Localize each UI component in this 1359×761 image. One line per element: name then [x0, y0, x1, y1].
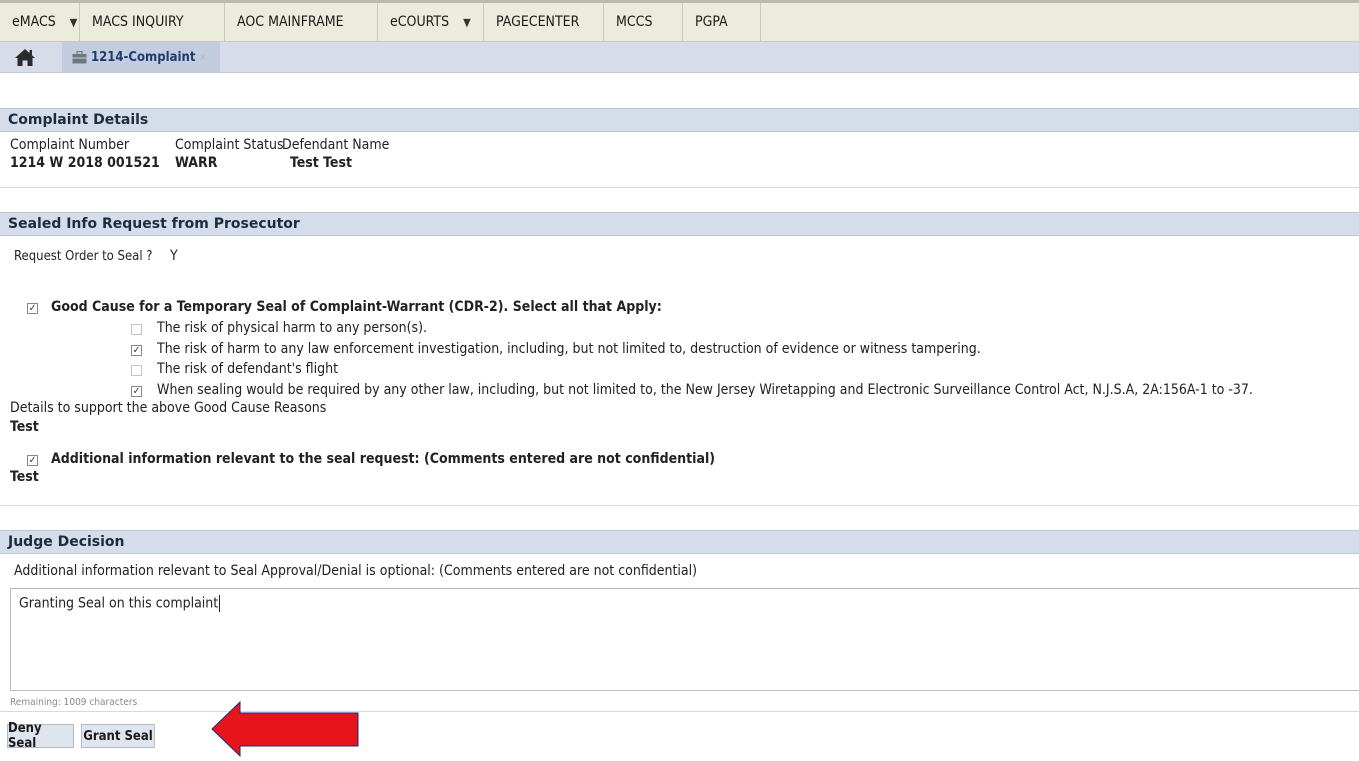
sealed-info-header: Sealed Info Request from Prosecutor [0, 212, 1359, 236]
nav-pagecenter-label: PAGECENTER [496, 14, 580, 30]
remaining-characters: Remaining: 1009 characters [10, 697, 138, 708]
judge-comment-textarea[interactable]: Granting Seal on this complaint [10, 588, 1359, 691]
complaint-status-value: WARR [175, 155, 218, 171]
details-label: Details to support the above Good Cause … [10, 400, 327, 416]
home-button[interactable] [8, 45, 42, 69]
complaint-details-header: Complaint Details [0, 108, 1359, 132]
complaint-number-header: Complaint Number [10, 137, 130, 153]
nav-aoc-mainframe-label: AOC MAINFRAME [237, 14, 344, 30]
close-icon[interactable]: × [199, 52, 207, 63]
nav-emacs-label: eMACS [12, 14, 56, 30]
additional-info-checkbox[interactable]: ✓ [27, 455, 38, 466]
defendant-name-value: Test Test [290, 155, 352, 171]
request-order-value: Y [170, 248, 178, 264]
tab-complaint-label: 1214-Complaint [91, 49, 196, 65]
nav-ecourts[interactable]: eCOURTS ▼ [378, 3, 484, 41]
tab-bar: 1214-Complaint × [0, 42, 1359, 73]
divider [0, 187, 1359, 188]
top-nav: eMACS ▼ MACS INQUIRY AOC MAINFRAME eCOUR… [0, 3, 1359, 42]
option-flight-label: The risk of defendant's flight [157, 361, 339, 377]
additional-info-label: Additional information relevant to the s… [51, 451, 716, 467]
text-cursor [219, 595, 221, 612]
divider [0, 505, 1359, 506]
option-other-law-checkbox[interactable]: ✓ [131, 386, 142, 397]
nav-pgpa[interactable]: PGPA [683, 3, 761, 41]
option-investigation-checkbox[interactable]: ✓ [131, 345, 142, 356]
nav-pagecenter[interactable]: PAGECENTER [484, 3, 604, 41]
details-value: Test [10, 419, 39, 435]
home-icon [15, 48, 35, 66]
judge-comment-text: Granting Seal on this complaint [19, 595, 219, 612]
nav-emacs[interactable]: eMACS ▼ [0, 3, 80, 41]
option-flight-checkbox[interactable] [131, 365, 142, 376]
nav-mccs-label: MCCS [616, 14, 653, 30]
nav-macs-inquiry[interactable]: MACS INQUIRY [80, 3, 225, 41]
additional-info-value: Test [10, 469, 39, 485]
tab-complaint[interactable]: 1214-Complaint × [62, 42, 220, 72]
judge-instruction: Additional information relevant to Seal … [14, 563, 698, 579]
complaint-status-header: Complaint Status [175, 137, 284, 153]
nav-aoc-mainframe[interactable]: AOC MAINFRAME [225, 3, 378, 41]
option-physical-harm-label: The risk of physical harm to any person(… [157, 320, 427, 336]
request-order-label: Request Order to Seal ? [14, 249, 153, 264]
complaint-number-value: 1214 W 2018 001521 [10, 155, 160, 171]
option-investigation-label: The risk of harm to any law enforcement … [157, 341, 981, 357]
divider [0, 711, 1359, 712]
good-cause-checkbox[interactable]: ✓ [27, 303, 38, 314]
red-arrow-annotation [211, 700, 359, 758]
grant-seal-button[interactable]: Grant Seal [81, 724, 155, 748]
nav-ecourts-label: eCOURTS [390, 14, 450, 30]
judge-decision-header: Judge Decision [0, 530, 1359, 554]
nav-mccs[interactable]: MCCS [604, 3, 683, 41]
option-physical-harm-checkbox[interactable] [131, 324, 142, 335]
option-other-law-label: When sealing would be required by any ot… [157, 382, 1253, 398]
nav-macs-inquiry-label: MACS INQUIRY [92, 14, 184, 30]
nav-pgpa-label: PGPA [695, 14, 728, 30]
defendant-name-header: Defendant Name [282, 137, 390, 153]
chevron-down-icon[interactable]: ▼ [463, 16, 471, 29]
deny-seal-button[interactable]: Deny Seal [7, 721, 74, 751]
chevron-down-icon[interactable]: ▼ [70, 16, 78, 29]
briefcase-icon [72, 50, 87, 63]
good-cause-label: Good Cause for a Temporary Seal of Compl… [51, 299, 662, 315]
